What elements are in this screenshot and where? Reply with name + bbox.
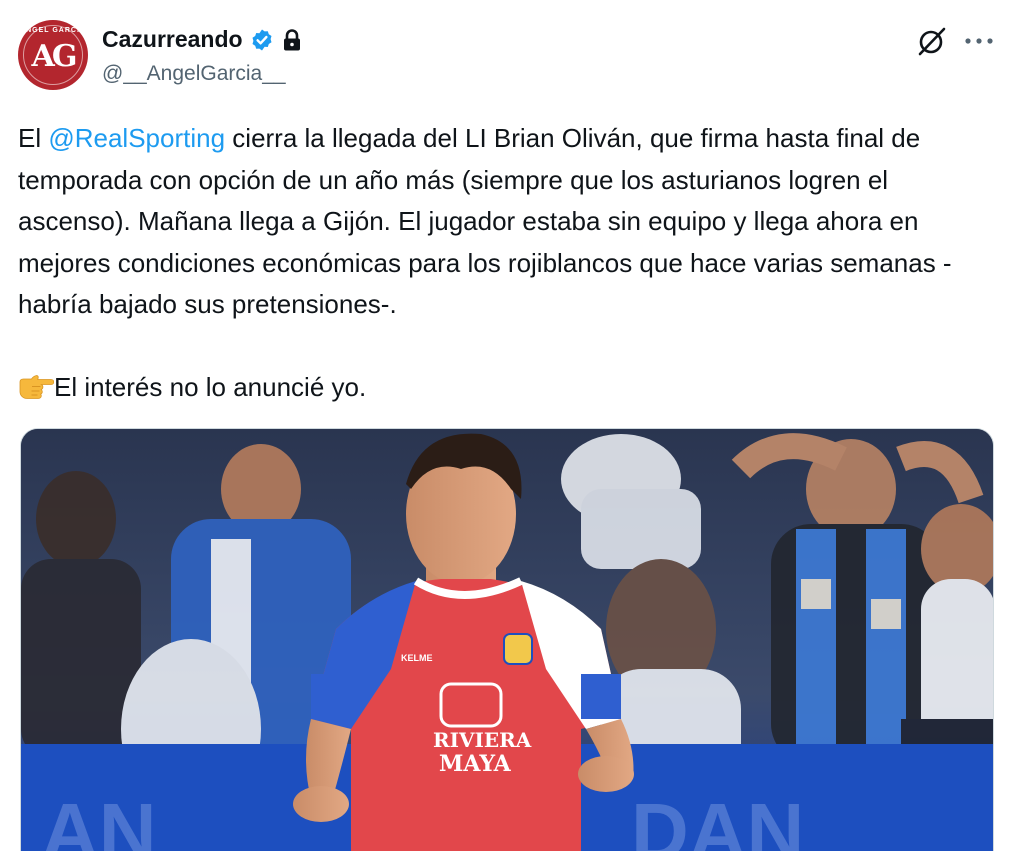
photo-scene: AN DAN KELME RIVIERA MAYA	[21, 429, 993, 851]
jersey-sponsor-line2: MAYA	[439, 751, 512, 777]
tweet-text: El @RealSporting cierra la llegada del L…	[18, 118, 1008, 409]
avatar[interactable]: ANGEL GARCIA AG	[18, 20, 88, 90]
author-display-name[interactable]: Cazurreando	[102, 26, 243, 53]
grok-icon[interactable]	[916, 25, 948, 57]
tweet-paragraph-2: El interés no lo anuncié yo.	[18, 367, 1008, 409]
more-icon[interactable]	[964, 36, 994, 46]
avatar-arc-text: ANGEL GARCIA	[20, 27, 86, 34]
verified-badge-icon[interactable]	[250, 28, 274, 52]
svg-text:AN: AN	[41, 787, 157, 851]
tweet-media-photo[interactable]: AN DAN KELME RIVIERA MAYA	[20, 428, 994, 851]
lock-icon	[283, 28, 300, 50]
author-handle[interactable]: @__AngelGarcia__	[102, 62, 286, 86]
tweet-second-paragraph: El interés no lo anuncié yo.	[54, 372, 367, 402]
author-name-row: Cazurreando	[102, 26, 303, 53]
tweet-paragraph-1: El @RealSporting cierra la llegada del L…	[18, 118, 1008, 326]
tweet-text-start: El	[18, 123, 49, 153]
pointing-hand-emoji	[19, 375, 54, 399]
jersey-brand: KELME	[401, 653, 433, 663]
jersey-sponsor-line1: RIVIERA	[433, 728, 532, 752]
mention-link[interactable]: @RealSporting	[48, 123, 225, 153]
avatar-monogram: AG	[31, 38, 78, 74]
svg-text:DAN: DAN	[631, 787, 804, 851]
